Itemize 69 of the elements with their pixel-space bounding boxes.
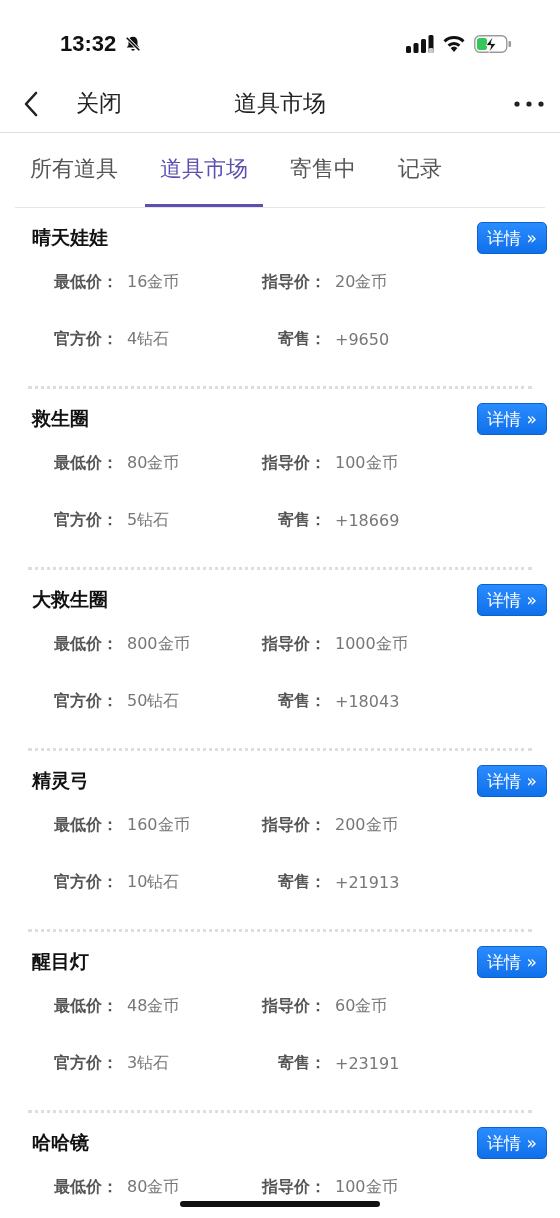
field-label: 指导价： [262,453,326,474]
item-name: 醒目灯 [32,949,89,974]
details-button[interactable]: 详情 » [477,765,547,797]
field-label: 指导价： [262,996,326,1017]
details-button[interactable]: 详情 » [477,946,547,978]
field-value: 3钻石 [127,1053,171,1074]
tab[interactable]: 道具市场 [145,133,263,207]
item-name: 精灵弓 [32,768,89,793]
field-label: 指导价： [262,815,326,836]
close-link[interactable]: 关闭 [76,88,122,119]
field-value: 60金币 [335,996,389,1017]
muted-bell-icon [124,34,143,53]
field-value: 10钻石 [127,872,181,893]
field-value: 5钻石 [127,510,171,531]
field-value: 160金币 [127,815,191,836]
details-button[interactable]: 详情 » [477,584,547,616]
field-label: 官方价： [54,329,118,350]
signal-icon [406,34,434,53]
field-label: 最低价： [54,634,118,655]
field-value: +18043 [335,692,401,711]
wifi-icon [442,34,466,53]
field-value: +18669 [335,511,401,530]
field-value: 50钻石 [127,691,181,712]
item-name: 大救生圈 [32,587,108,612]
field-label: 指导价： [262,1177,326,1198]
field-value: 4钻石 [127,329,171,350]
field-label: 最低价： [54,815,118,836]
page-title: 道具市场 [234,89,326,118]
field-value: 1000金币 [335,634,409,655]
field-label: 官方价： [54,691,118,712]
field-value: +21913 [335,873,401,892]
field-label: 最低价： [54,272,118,293]
field-label: 官方价： [54,1053,118,1074]
battery-charging-icon [474,34,512,53]
field-value: 800金币 [127,634,191,655]
field-value: +23191 [335,1054,401,1073]
field-value: +9650 [335,330,391,349]
field-value: 100金币 [335,453,399,474]
field-value: 100金币 [335,1177,399,1198]
field-label: 寄售： [278,872,326,893]
field-value: 80金币 [127,453,181,474]
field-label: 最低价： [54,996,118,1017]
field-label: 官方价： [54,510,118,531]
field-value: 80金币 [127,1177,181,1198]
more-icon[interactable] [514,100,544,107]
tab[interactable]: 寄售中 [275,133,371,207]
field-value: 48金币 [127,996,181,1017]
field-label: 指导价： [262,634,326,655]
field-label: 最低价： [54,1177,118,1198]
field-label: 寄售： [278,691,326,712]
field-value: 20金币 [335,272,389,293]
status-time: 13:32 [60,30,117,57]
field-label: 官方价： [54,872,118,893]
tab[interactable]: 记录 [383,133,457,207]
item-name: 哈哈镜 [32,1130,89,1155]
item-name: 救生圈 [32,406,89,431]
field-label: 指导价： [262,272,326,293]
field-label: 寄售： [278,329,326,350]
back-icon[interactable] [24,90,38,117]
field-value: 16金币 [127,272,181,293]
field-label: 寄售： [278,1053,326,1074]
field-label: 最低价： [54,453,118,474]
tab[interactable]: 所有道具 [15,133,133,207]
item-name: 晴天娃娃 [32,225,108,250]
field-value: 200金币 [335,815,399,836]
details-button[interactable]: 详情 » [477,1127,547,1159]
details-button[interactable]: 详情 » [477,222,547,254]
field-label: 寄售： [278,510,326,531]
details-button[interactable]: 详情 » [477,403,547,435]
